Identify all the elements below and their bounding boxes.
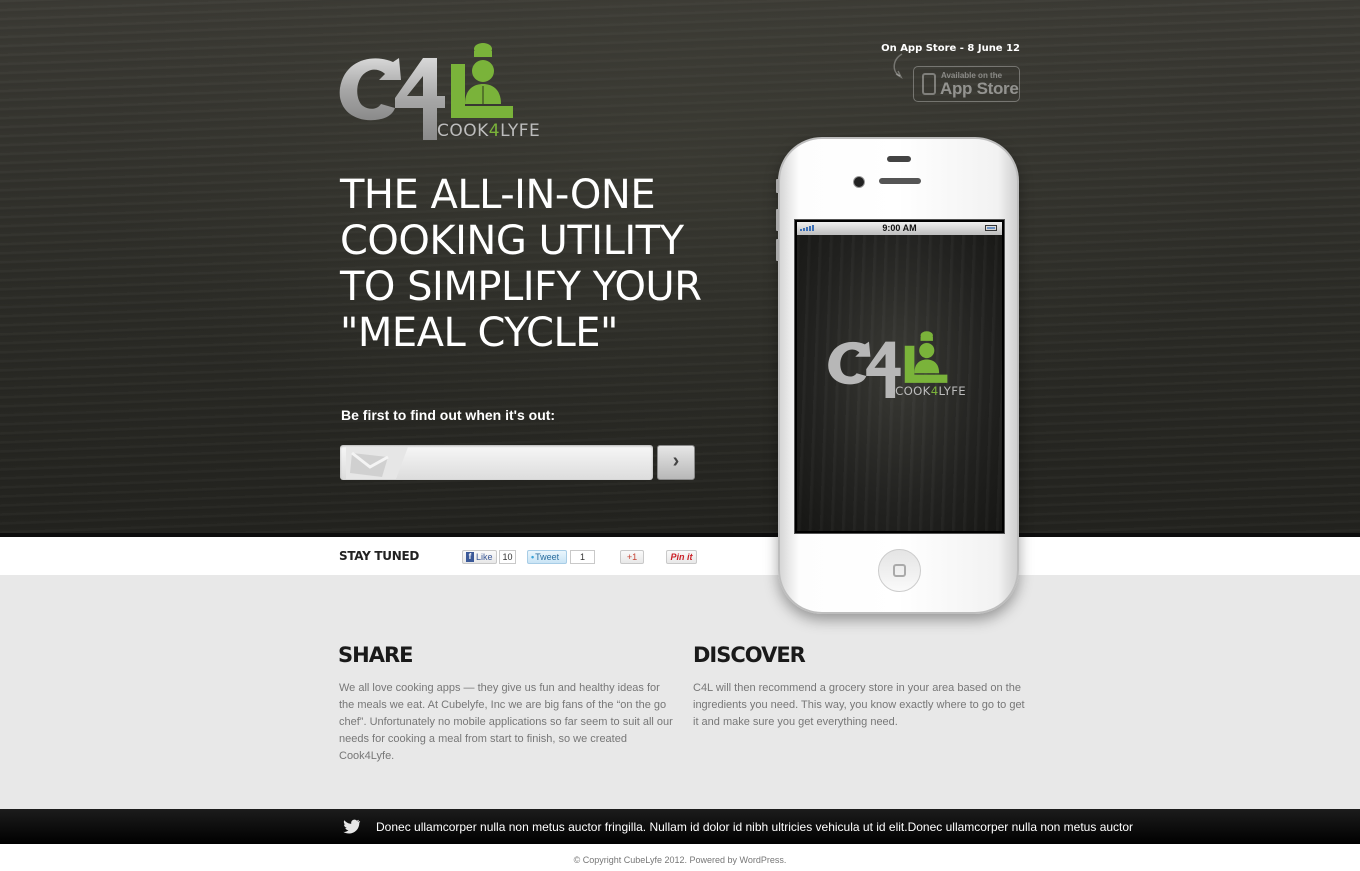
tweet-label: Tweet (535, 552, 560, 562)
chevron-right-icon: › (672, 450, 680, 472)
svg-text:COOK4LYFE: COOK4LYFE (895, 384, 966, 398)
headline-line: "MEAL CYCLE" (340, 310, 618, 356)
phone-earpiece (887, 156, 911, 162)
tweet-button[interactable]: •Tweet (527, 550, 567, 564)
pinterest-button[interactable]: Pin it (666, 550, 697, 564)
discover-text: C4L will then recommend a grocery store … (693, 682, 1025, 728)
latest-tweet-text: Donec ullamcorper nulla non metus auctor… (376, 820, 1134, 834)
stay-tuned-title: STAY TUNED (339, 549, 420, 563)
headline-line: COOKING UTILITY (340, 218, 684, 264)
battery-icon (985, 225, 997, 231)
hero-headline: THE ALL-IN-ONE COOKING UTILITY TO SIMPLI… (340, 172, 760, 356)
phone-screen-background: COOK4LYFE (797, 235, 1002, 531)
signup-label: Be first to find out when it's out: (341, 407, 556, 423)
front-camera-icon (853, 176, 865, 188)
copyright-text: © Copyright CubeLyfe 2012. Powered by Wo… (573, 855, 787, 865)
share-text: We all love cooking apps — they give us … (339, 682, 673, 762)
discover-heading: DISCOVER (693, 643, 806, 667)
facebook-like-button[interactable]: f Like (462, 550, 497, 564)
twitter-bird-icon[interactable] (343, 818, 361, 834)
phone-screen: 9:00 AM COOK4LYFE (794, 219, 1005, 534)
cook4lyfe-logo-small: COOK4LYFE (828, 331, 966, 398)
twitter-icon: • (531, 552, 535, 562)
envelope-icon (346, 447, 408, 479)
home-button[interactable] (878, 549, 921, 592)
email-field-container[interactable] (340, 445, 653, 482)
svg-text:COOK4LYFE: COOK4LYFE (437, 121, 540, 141)
pinterest-label: Pin it (670, 552, 693, 562)
share-heading: SHARE (338, 643, 413, 667)
iphone-icon (922, 73, 936, 95)
submit-button[interactable]: › (657, 445, 695, 480)
facebook-like-count: 10 (499, 550, 516, 564)
phone-speaker (879, 178, 921, 184)
iphone-mockup: 9:00 AM COOK4LYFE (776, 137, 1019, 614)
facebook-like-label: Like (476, 552, 493, 562)
phone-volume-down (776, 239, 779, 261)
email-input[interactable] (412, 445, 646, 482)
cook4lyfe-logo[interactable]: COOK4LYFE (335, 40, 575, 150)
appstore-badge-big: App Store (940, 79, 1019, 98)
appstore-badge[interactable]: Available on the App Store (913, 66, 1020, 102)
headline-line: THE ALL-IN-ONE (340, 172, 656, 218)
headline-line: TO SIMPLIFY YOUR (340, 264, 702, 310)
home-square-icon (893, 564, 906, 577)
google-plus-label: +1 (626, 552, 638, 562)
google-plus-button[interactable]: +1 (620, 550, 644, 564)
tweet-count: 1 (570, 550, 595, 564)
signal-icon (800, 225, 814, 231)
status-time: 9:00 AM (882, 223, 917, 233)
phone-volume-up (776, 209, 779, 231)
facebook-icon: f (466, 552, 474, 562)
phone-mute-switch (776, 179, 779, 193)
phone-status-bar: 9:00 AM (797, 222, 1002, 235)
